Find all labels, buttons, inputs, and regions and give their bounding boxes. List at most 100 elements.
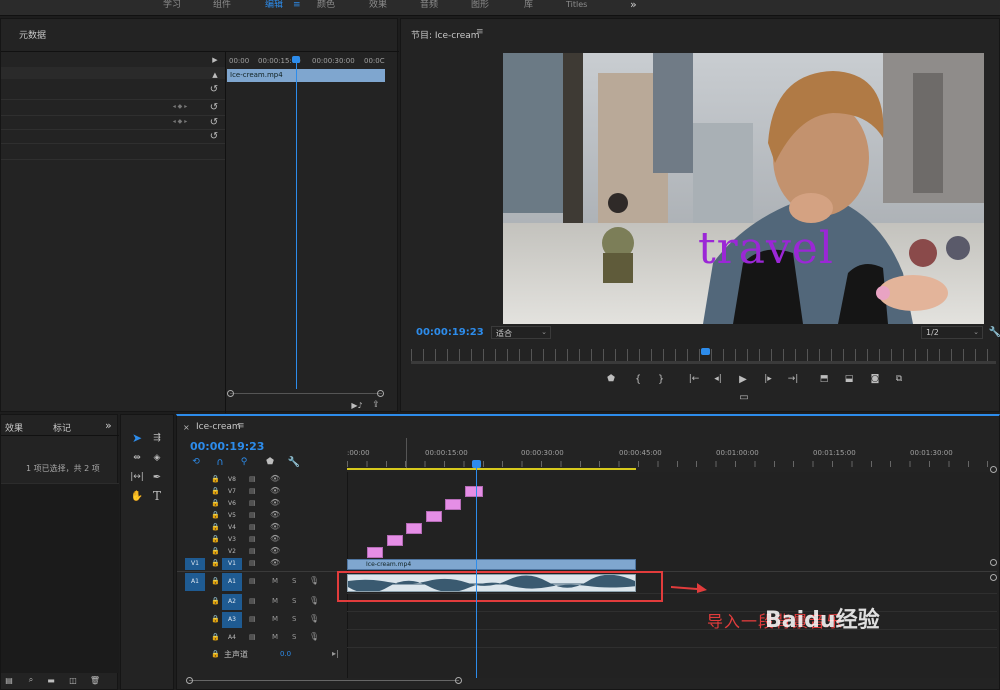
sync-lock-icon[interactable]: ▤ <box>249 535 256 543</box>
microphone-icon[interactable]: 🎙 <box>309 632 319 641</box>
mark-out-icon[interactable]: } <box>655 373 667 385</box>
lock-icon[interactable]: 🔒 <box>211 535 220 543</box>
reset-icon[interactable]: ↺ <box>208 116 220 128</box>
track-target-a3[interactable]: A3 <box>222 612 242 628</box>
go-to-end-icon[interactable]: ▸| <box>332 649 339 658</box>
collapse-icon[interactable]: ▲ <box>210 70 220 80</box>
nest-icon[interactable]: ⟲ <box>189 456 203 468</box>
go-to-in-icon[interactable]: |← <box>687 373 701 385</box>
lock-icon[interactable]: 🔒 <box>211 650 220 658</box>
hand-tool-icon[interactable]: ✋ <box>129 489 145 503</box>
lock-icon[interactable]: 🔒 <box>211 499 220 507</box>
extract-icon[interactable]: ⬓ <box>842 373 856 385</box>
go-to-out-icon[interactable]: →| <box>786 373 800 385</box>
lock-icon[interactable]: 🔒 <box>211 597 220 605</box>
title-clip[interactable] <box>445 499 461 510</box>
ec-scroll-start[interactable] <box>227 390 234 397</box>
sync-lock-icon[interactable]: ▤ <box>249 499 256 507</box>
vertical-scroll-handle[interactable] <box>990 466 997 473</box>
workspace-titles[interactable]: Titles <box>566 0 587 10</box>
linked-selection-icon[interactable]: ⚲ <box>237 456 251 468</box>
eye-icon[interactable]: 👁 <box>270 546 280 555</box>
play-icon[interactable]: ▶ <box>737 373 749 385</box>
lift-icon[interactable]: ⬒ <box>817 373 831 385</box>
workspace-graphics[interactable]: 图形 <box>471 0 489 10</box>
export-icon[interactable]: ⇪ <box>370 400 382 410</box>
new-bin-icon[interactable]: ▬ <box>46 675 56 685</box>
eye-icon[interactable]: 👁 <box>270 486 280 495</box>
camera-icon[interactable]: ◙ <box>868 373 882 385</box>
mute-button[interactable]: M <box>272 597 278 605</box>
fit-dropdown[interactable]: 适合 ⌄ <box>491 326 551 339</box>
timeline-scroll-end[interactable] <box>455 677 462 684</box>
eye-icon[interactable]: 👁 <box>270 522 280 531</box>
tab-markers[interactable]: 标记 <box>53 421 71 434</box>
title-clip[interactable] <box>406 523 422 534</box>
add-marker-icon[interactable]: ⬟ <box>605 373 617 385</box>
microphone-icon[interactable]: 🎙 <box>309 596 319 605</box>
sync-lock-icon[interactable]: ▤ <box>249 633 256 641</box>
more-panels-icon[interactable]: » <box>105 419 112 432</box>
source-patch-v1[interactable]: V1 <box>185 558 205 570</box>
overlay-title-text[interactable]: travel <box>698 223 834 274</box>
title-clip[interactable] <box>387 535 403 546</box>
source-patch-a1[interactable]: A1 <box>185 573 205 591</box>
tab-effects[interactable]: 效果 <box>5 421 23 434</box>
solo-button[interactable]: S <box>292 615 296 623</box>
sync-lock-icon[interactable]: ▤ <box>249 523 256 531</box>
add-marker-icon[interactable]: ⬟ <box>263 456 277 468</box>
slip-tool-icon[interactable]: |↔| <box>129 470 145 484</box>
title-clip[interactable] <box>426 511 442 522</box>
timeline-playhead-handle[interactable] <box>472 460 481 468</box>
more-workspaces-icon[interactable]: » <box>630 0 637 10</box>
workspace-learn[interactable]: 学习 <box>163 0 181 10</box>
audio-only-icon[interactable]: ▶♪ <box>351 400 363 410</box>
resolution-dropdown[interactable]: 1/2 ⌄ <box>921 326 983 339</box>
snap-icon[interactable]: ∩ <box>213 456 227 468</box>
panel-title-metadata[interactable]: 元数据 <box>19 28 46 41</box>
panel-menu-icon[interactable]: ≡ <box>237 421 245 431</box>
master-volume[interactable]: 0.0 <box>280 650 291 658</box>
solo-button[interactable]: S <box>292 597 296 605</box>
list-view-icon[interactable]: ▤ <box>4 675 14 685</box>
vertical-scroll-handle[interactable] <box>990 559 997 566</box>
ec-playhead[interactable] <box>296 59 297 389</box>
lock-icon[interactable]: 🔒 <box>211 475 220 483</box>
timeline-timecode[interactable]: 00:00:19:23 <box>190 440 264 453</box>
razor-tool-icon[interactable]: ◈ <box>149 451 165 465</box>
eye-icon[interactable]: 👁 <box>270 534 280 543</box>
comparison-view-icon[interactable]: ⧉ <box>892 373 906 385</box>
track-select-tool-icon[interactable]: ⇶ <box>149 431 165 445</box>
sync-lock-icon[interactable]: ▤ <box>249 547 256 555</box>
wrench-icon[interactable]: 🔧 <box>287 456 301 468</box>
workspace-audio[interactable]: 音频 <box>420 0 438 10</box>
program-timecode[interactable]: 00:00:19:23 <box>416 327 484 338</box>
export-frame-icon[interactable]: ▭ <box>737 391 751 403</box>
solo-button[interactable]: S <box>292 633 296 641</box>
sync-lock-icon[interactable]: ▤ <box>249 559 256 567</box>
video-clip-v1[interactable]: Ice-cream.mp4 <box>347 559 636 570</box>
wrench-icon[interactable]: 🔧 <box>989 326 1000 339</box>
title-clip[interactable] <box>465 486 483 497</box>
step-forward-icon[interactable]: |▸ <box>762 373 774 385</box>
lock-icon[interactable]: 🔒 <box>211 577 220 585</box>
mute-button[interactable]: M <box>272 633 278 641</box>
track-target-a2[interactable]: A2 <box>222 594 242 610</box>
mute-button[interactable]: M <box>272 615 278 623</box>
new-item-icon[interactable]: ◫ <box>68 675 78 685</box>
work-area-bar[interactable] <box>347 468 636 470</box>
workspace-assembly[interactable]: 组件 <box>213 0 231 10</box>
lock-icon[interactable]: 🔒 <box>211 615 220 623</box>
solo-button[interactable]: S <box>292 577 296 585</box>
sync-lock-icon[interactable]: ▤ <box>249 615 256 623</box>
lock-icon[interactable]: 🔒 <box>211 633 220 641</box>
step-back-icon[interactable]: ◂| <box>712 373 724 385</box>
reset-icon[interactable]: ↺ <box>208 101 220 113</box>
workspace-edit[interactable]: 编辑 <box>265 0 283 10</box>
lock-icon[interactable]: 🔒 <box>211 523 220 531</box>
vertical-scroll-handle[interactable] <box>990 574 997 581</box>
eye-icon[interactable]: 👁 <box>270 474 280 483</box>
keyframe-nav-icon[interactable]: ◂ ◆ ▸ <box>169 116 191 126</box>
timeline-ruler[interactable]: :00:00 00:00:15:00 00:00:30:00 00:00:45:… <box>347 436 997 472</box>
workspace-effects[interactable]: 效果 <box>369 0 387 10</box>
